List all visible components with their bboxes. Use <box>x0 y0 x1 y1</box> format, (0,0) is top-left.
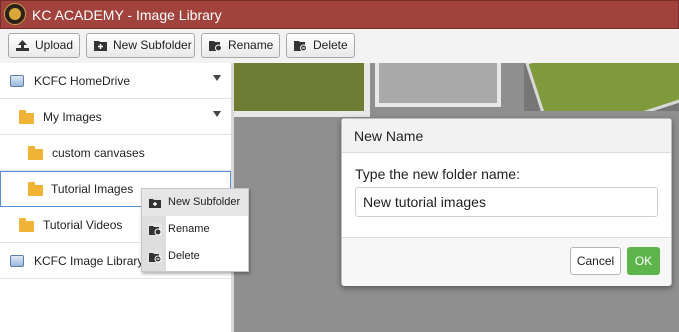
toolbar: Upload New Subfolder Rename Delete <box>0 29 679 64</box>
folder-icon <box>19 110 34 124</box>
new-subfolder-label: New Subfolder <box>113 38 192 52</box>
tree-item-label: KCFC HomeDrive <box>34 74 131 88</box>
delete-icon <box>294 41 307 51</box>
context-menu-label: Delete <box>168 250 200 262</box>
tree-item-label: Tutorial Videos <box>43 218 123 232</box>
dialog-footer: Cancel OK <box>342 237 671 286</box>
delete-button[interactable]: Delete <box>286 33 355 58</box>
tree-item-label: Tutorial Images <box>51 182 134 196</box>
title-bar: KC ACADEMY - Image Library <box>0 0 679 29</box>
upload-label: Upload <box>35 38 74 52</box>
upload-button[interactable]: Upload <box>8 33 80 58</box>
expand-arrow-icon[interactable] <box>213 111 221 117</box>
rename-icon <box>209 41 222 51</box>
dialog-prompt: Type the new folder name: <box>355 166 520 182</box>
drive-icon <box>10 75 24 87</box>
new-name-dialog: New Name Type the new folder name: Cance… <box>341 118 672 286</box>
rename-label: Rename <box>228 38 274 52</box>
context-menu-delete[interactable]: Delete <box>142 243 248 270</box>
tree-item-kcfc-homedrive[interactable]: KCFC HomeDrive <box>0 63 231 99</box>
folder-icon <box>19 218 34 232</box>
image-thumbnail[interactable] <box>234 63 370 117</box>
folder-icon <box>28 146 43 160</box>
delete-label: Delete <box>313 38 348 52</box>
ok-button[interactable]: OK <box>627 247 660 275</box>
new-folder-icon <box>148 196 162 209</box>
cancel-button[interactable]: Cancel <box>570 247 621 275</box>
upload-icon <box>16 40 29 51</box>
kc-academy-logo-icon <box>4 3 26 25</box>
image-thumbnail[interactable] <box>524 63 679 111</box>
folder-name-input[interactable] <box>355 187 658 217</box>
tree-item-label: My Images <box>43 110 102 124</box>
new-folder-icon <box>94 41 107 51</box>
context-menu-label: Rename <box>168 223 210 235</box>
tree-item-custom-canvases[interactable]: custom canvases <box>0 135 231 171</box>
dialog-header: New Name <box>342 119 671 153</box>
window-title: KC ACADEMY - Image Library <box>32 7 222 23</box>
dialog-title: New Name <box>354 128 424 144</box>
rename-button[interactable]: Rename <box>201 33 280 58</box>
tree-item-label: KCFC Image Library <box>34 254 144 268</box>
drive-icon <box>10 255 24 267</box>
tree-item-label: custom canvases <box>52 146 145 160</box>
context-menu-label: New Subfolder <box>168 196 241 208</box>
image-thumbnail[interactable] <box>375 63 501 107</box>
context-menu: New Subfolder Rename Delete <box>141 188 249 272</box>
expand-arrow-icon[interactable] <box>213 75 221 81</box>
context-menu-new-subfolder[interactable]: New Subfolder <box>142 189 248 216</box>
context-menu-rename[interactable]: Rename <box>142 216 248 243</box>
folder-icon <box>28 182 43 196</box>
tree-item-my-images[interactable]: My Images <box>0 99 231 135</box>
delete-icon <box>148 250 162 263</box>
rename-icon <box>148 223 162 236</box>
new-subfolder-button[interactable]: New Subfolder <box>86 33 195 58</box>
